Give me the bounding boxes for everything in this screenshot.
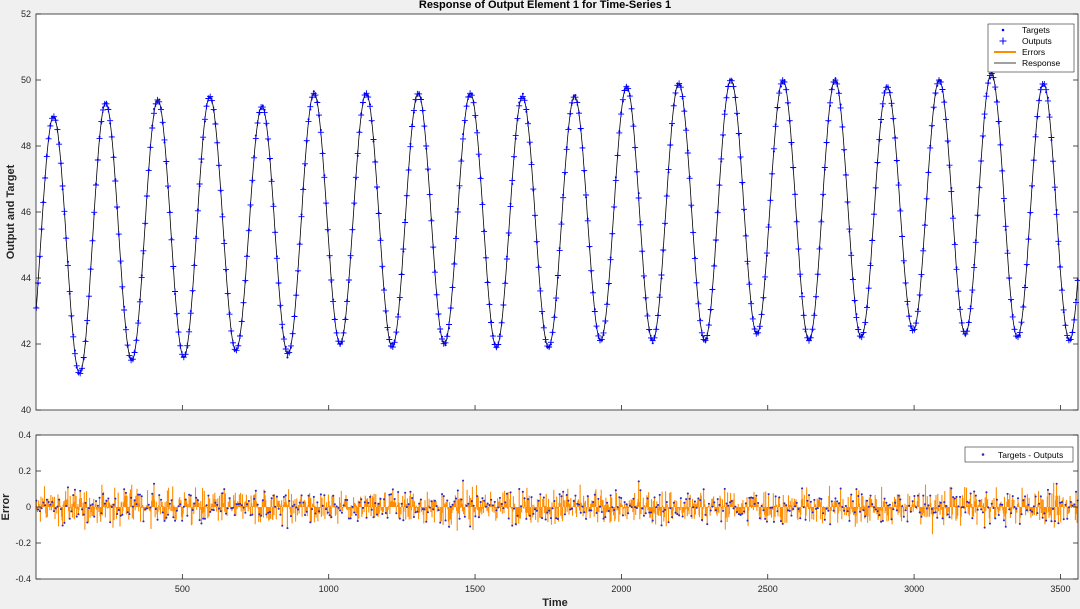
bottom-y-tick-label: -0.2 xyxy=(15,538,31,548)
legend-targets-marker xyxy=(1001,28,1005,32)
legend-errors-points-marker xyxy=(981,453,985,456)
bottom-legend: Targets - Outputs xyxy=(964,446,1074,463)
bottom-y-tick-label: 0 xyxy=(26,502,31,512)
x-tick-label: 1500 xyxy=(465,584,485,594)
top-y-tick-label: 42 xyxy=(21,339,31,349)
top-y-tick-label: 44 xyxy=(21,273,31,283)
bottom-y-tick-label: -0.4 xyxy=(15,574,31,584)
top-y-tick-label: 46 xyxy=(21,207,31,217)
bottom-y-tick-label: 0.2 xyxy=(18,466,31,476)
legend-response-label: Response xyxy=(1022,58,1061,68)
x-tick-label: 3500 xyxy=(1050,584,1070,594)
chart-title: Response of Output Element 1 for Time-Se… xyxy=(419,0,671,11)
bottom-y-axis-label: Error xyxy=(0,493,12,521)
x-tick-label: 500 xyxy=(175,584,190,594)
top-legend: Targets Outputs Errors Response xyxy=(987,23,1075,73)
x-tick-label: 2000 xyxy=(611,584,631,594)
legend-errors-label: Errors xyxy=(1022,47,1045,57)
x-axis-label: Time xyxy=(542,597,567,609)
top-y-tick-label: 40 xyxy=(21,405,31,415)
top-y-tick-label: 48 xyxy=(21,141,31,151)
x-tick-label: 1000 xyxy=(319,584,339,594)
figure: Response of Output Element 1 for Time-Se… xyxy=(0,0,1080,609)
top-axes-background xyxy=(36,14,1078,410)
x-tick-label: 2500 xyxy=(758,584,778,594)
x-tick-label: 3000 xyxy=(904,584,924,594)
legend-errors-points-label: Targets - Outputs xyxy=(998,450,1063,460)
top-y-tick-label: 52 xyxy=(21,9,31,19)
bottom-y-tick-label: 0.4 xyxy=(18,430,31,440)
top-y-axis-label: Output and Target xyxy=(5,164,17,259)
legend-outputs-label: Outputs xyxy=(1022,36,1052,46)
legend-targets-label: Targets xyxy=(1022,25,1050,35)
top-y-tick-label: 50 xyxy=(21,75,31,85)
